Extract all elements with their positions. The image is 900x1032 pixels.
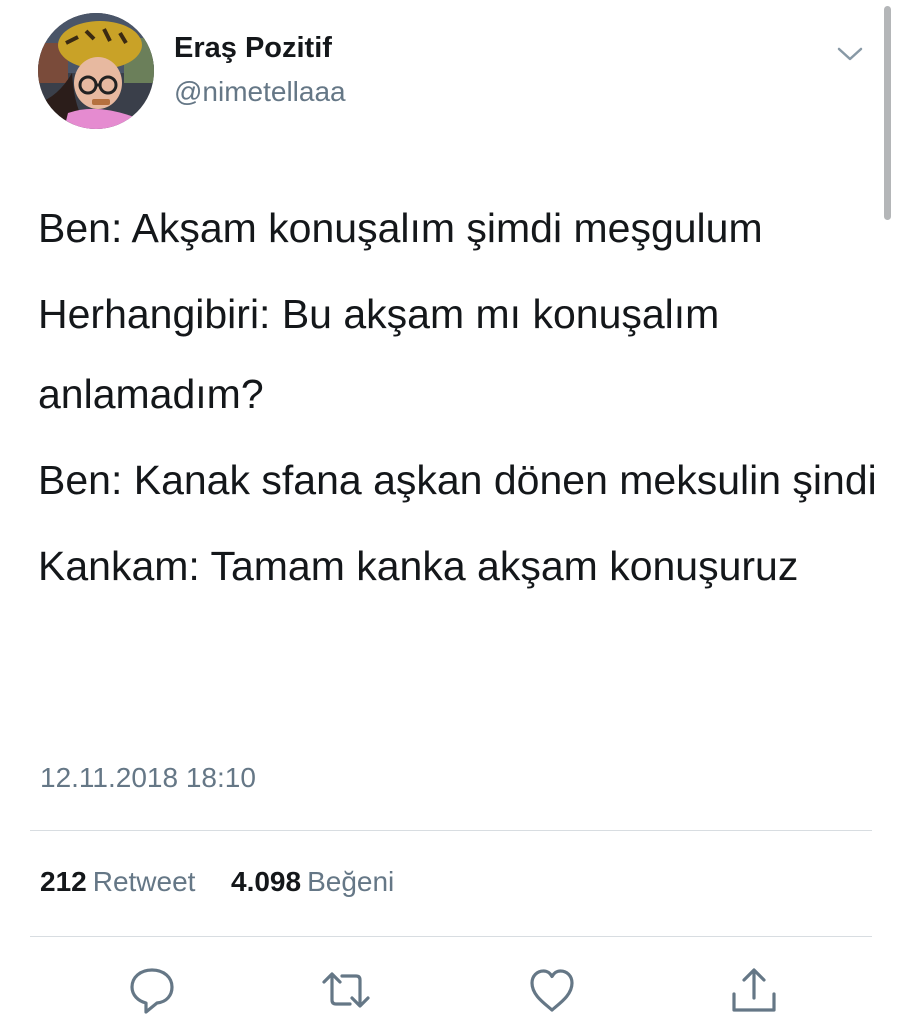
like-label: Beğeni xyxy=(307,866,395,897)
divider xyxy=(30,830,872,831)
heart-icon xyxy=(530,969,574,1012)
tweet-text: Ben: Akşam konuşalım şimdi meşgulum Herh… xyxy=(38,188,878,612)
retweet-icon xyxy=(322,972,370,1008)
divider xyxy=(30,936,872,937)
like-button[interactable] xyxy=(524,962,580,1018)
like-stat[interactable]: 4.098 Beğeni xyxy=(231,866,394,897)
reply-button[interactable] xyxy=(124,962,180,1018)
avatar-image xyxy=(38,13,154,129)
tweet-line: Herhangibiri: Bu akşam mı konuşalım anla… xyxy=(38,291,720,417)
tweet-line: Ben: Akşam konuşalım şimdi meşgulum xyxy=(38,205,763,251)
tweet-timestamp[interactable]: 12.11.2018 18:10 xyxy=(40,762,256,794)
retweet-count: 212 xyxy=(40,866,87,897)
tweet-actions xyxy=(0,962,900,1018)
tweet-stats: 212 Retweet 4.098 Beğeni xyxy=(40,866,394,898)
share-button[interactable] xyxy=(726,962,782,1018)
like-count: 4.098 xyxy=(231,866,302,897)
author-display-name[interactable]: Eraş Pozitif xyxy=(174,32,332,65)
share-icon xyxy=(732,968,776,1012)
tweet-line: Ben: Kanak sfana aşkan dönen meksulin şi… xyxy=(38,457,877,503)
tweet-line: Kankam: Tamam kanka akşam konuşuruz xyxy=(38,543,799,589)
chevron-down-icon[interactable] xyxy=(836,44,864,64)
retweet-label: Retweet xyxy=(92,866,196,897)
avatar[interactable] xyxy=(38,13,154,129)
author-handle[interactable]: @nimetellaaa xyxy=(174,76,346,108)
scrollbar[interactable] xyxy=(884,6,891,220)
reply-icon xyxy=(130,968,174,1014)
retweet-button[interactable] xyxy=(318,962,374,1018)
retweet-stat[interactable]: 212 Retweet xyxy=(40,866,203,897)
